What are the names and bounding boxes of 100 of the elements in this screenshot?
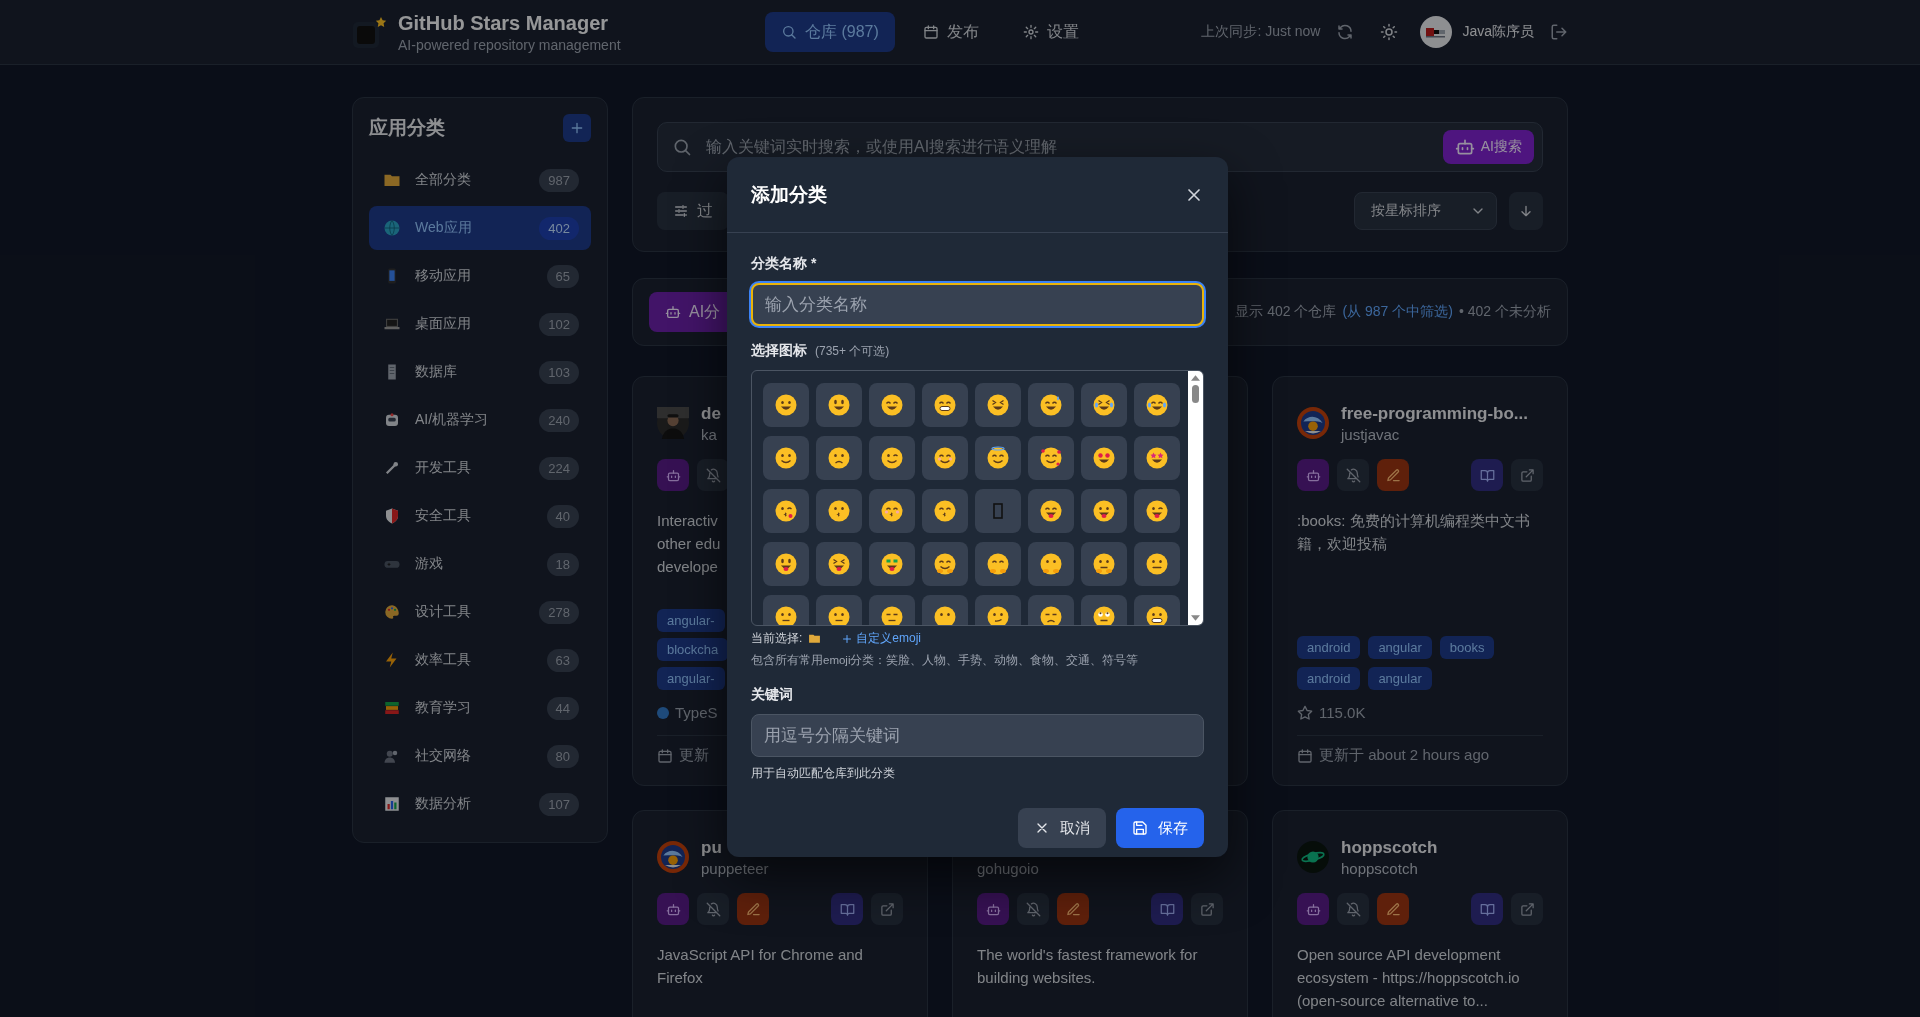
save-button[interactable]: 保存 xyxy=(1116,808,1204,848)
keywords-field[interactable]: 用逗号分隔关键词 xyxy=(751,714,1204,757)
ai-button[interactable] xyxy=(657,893,689,925)
topic-tag[interactable]: android xyxy=(1297,636,1361,659)
emoji-option[interactable] xyxy=(816,489,862,533)
edit-button[interactable] xyxy=(737,893,769,925)
nav-tab[interactable]: 设置 xyxy=(1006,12,1095,52)
category-item[interactable]: 数据分析 107 xyxy=(369,782,591,826)
cancel-button[interactable]: 取消 xyxy=(1018,808,1106,848)
readme-button[interactable] xyxy=(1151,893,1183,925)
category-item[interactable]: 数据库 103 xyxy=(369,350,591,394)
ai-button[interactable] xyxy=(1297,459,1329,491)
emoji-option[interactable] xyxy=(1081,489,1127,533)
topic-tag[interactable]: angular xyxy=(1368,667,1432,690)
mute-button[interactable] xyxy=(1337,893,1369,925)
arrow-down-icon[interactable] xyxy=(1191,615,1200,621)
repo-description: Open source API development ecosystem - https://hoppscotch.io (open-source alternative to... xyxy=(1297,945,1521,1011)
category-item[interactable]: 游戏 18 xyxy=(369,542,591,586)
sun-icon[interactable] xyxy=(1380,23,1399,41)
topic-tag[interactable]: angular- xyxy=(657,609,725,632)
emoji-option[interactable] xyxy=(763,383,809,427)
topic-tag[interactable]: books xyxy=(1439,636,1495,659)
repo-name[interactable]: free-programming-bo... xyxy=(1341,403,1528,426)
readme-button[interactable] xyxy=(1471,893,1503,925)
emoji-option[interactable] xyxy=(763,436,809,480)
emoji-option[interactable] xyxy=(1028,542,1074,586)
logout-icon[interactable] xyxy=(1550,23,1568,41)
filter-button[interactable]: 过 xyxy=(657,192,729,230)
emoji-option[interactable] xyxy=(1134,542,1180,586)
ai-button[interactable] xyxy=(1297,893,1329,925)
smiley-face-icon xyxy=(933,446,957,470)
category-item[interactable]: 社交网络 80 xyxy=(369,734,591,778)
category-item[interactable]: 桌面应用 102 xyxy=(369,302,591,346)
pencil-icon xyxy=(745,901,761,917)
category-item[interactable]: AI/机器学习 240 xyxy=(369,398,591,442)
nav-tab[interactable]: 仓库 (987) xyxy=(765,12,895,52)
emoji-option[interactable] xyxy=(869,383,915,427)
add-category-button[interactable] xyxy=(563,114,591,142)
topic-tag[interactable]: blockcha xyxy=(657,638,729,661)
emoji-option[interactable] xyxy=(816,436,862,480)
category-item[interactable]: 移动应用 65 xyxy=(369,254,591,298)
mute-button[interactable] xyxy=(1017,893,1049,925)
emoji-option[interactable] xyxy=(922,489,968,533)
readme-button[interactable] xyxy=(1471,459,1503,491)
ai-search-button[interactable]: AI搜索 xyxy=(1442,130,1534,164)
emoji-option[interactable] xyxy=(922,436,968,480)
emoji-option[interactable] xyxy=(1134,383,1180,427)
refresh-icon[interactable] xyxy=(1336,23,1355,41)
scroll-thumb[interactable] xyxy=(1192,385,1199,403)
emoji-option[interactable] xyxy=(816,542,862,586)
category-item[interactable]: 设计工具 278 xyxy=(369,590,591,634)
scrollbar[interactable] xyxy=(1188,371,1203,625)
repo-name[interactable]: de xyxy=(701,403,721,426)
custom-emoji-link[interactable]: 自定义emoji xyxy=(841,630,922,647)
edit-button[interactable] xyxy=(1377,459,1409,491)
emoji-option[interactable] xyxy=(1134,489,1180,533)
emoji-option[interactable] xyxy=(869,489,915,533)
repo-name[interactable]: hoppscotch xyxy=(1341,837,1438,860)
sort-order-button[interactable] xyxy=(1509,192,1543,230)
smiley-face-icon xyxy=(827,446,851,470)
arrow-up-icon[interactable] xyxy=(1191,375,1200,381)
calendar-icon xyxy=(1297,747,1313,764)
topic-tag[interactable]: android xyxy=(1297,667,1361,690)
category-item[interactable]: 全部分类 987 xyxy=(369,158,591,202)
category-item[interactable]: 教育学习 44 xyxy=(369,686,591,730)
ai-button[interactable] xyxy=(657,459,689,491)
emoji-option[interactable] xyxy=(1081,436,1127,480)
emoji-option[interactable] xyxy=(922,542,968,586)
mute-button[interactable] xyxy=(697,893,729,925)
repo-description: :books: 免费的计算机编程类中文书籍，欢迎投稿 xyxy=(1297,511,1531,554)
emoji-option[interactable] xyxy=(1081,542,1127,586)
emoji-option[interactable] xyxy=(869,542,915,586)
emoji-option[interactable] xyxy=(1134,436,1180,480)
ai-button[interactable] xyxy=(977,893,1009,925)
edit-button[interactable] xyxy=(1057,893,1089,925)
emoji-option[interactable] xyxy=(975,542,1021,586)
readme-button[interactable] xyxy=(831,893,863,925)
edit-button[interactable] xyxy=(1377,893,1409,925)
emoji-option[interactable] xyxy=(975,383,1021,427)
emoji-option[interactable] xyxy=(1028,436,1074,480)
emoji-option[interactable] xyxy=(763,542,809,586)
topic-tag[interactable]: angular- xyxy=(657,667,725,690)
emoji-option[interactable] xyxy=(763,489,809,533)
category-item[interactable]: 开发工具 224 xyxy=(369,446,591,490)
emoji-option[interactable] xyxy=(1028,489,1074,533)
emoji-option[interactable] xyxy=(816,383,862,427)
category-item[interactable]: 效率工具 63 xyxy=(369,638,591,682)
emoji-option[interactable] xyxy=(869,436,915,480)
category-item[interactable]: Web应用 402 xyxy=(369,206,591,250)
emoji-option[interactable] xyxy=(1028,383,1074,427)
emoji-option[interactable] xyxy=(1081,383,1127,427)
mute-button[interactable] xyxy=(1337,459,1369,491)
category-item[interactable]: 安全工具 40 xyxy=(369,494,591,538)
sort-select[interactable]: 按星标排序 xyxy=(1354,192,1497,230)
emoji-option[interactable] xyxy=(922,383,968,427)
nav-tab[interactable]: 发布 xyxy=(906,12,995,52)
count-badge: 240 xyxy=(539,408,579,432)
category-name-field[interactable]: 输入分类名称 xyxy=(751,283,1204,326)
emoji-option[interactable] xyxy=(975,436,1021,480)
topic-tag[interactable]: angular xyxy=(1368,636,1432,659)
